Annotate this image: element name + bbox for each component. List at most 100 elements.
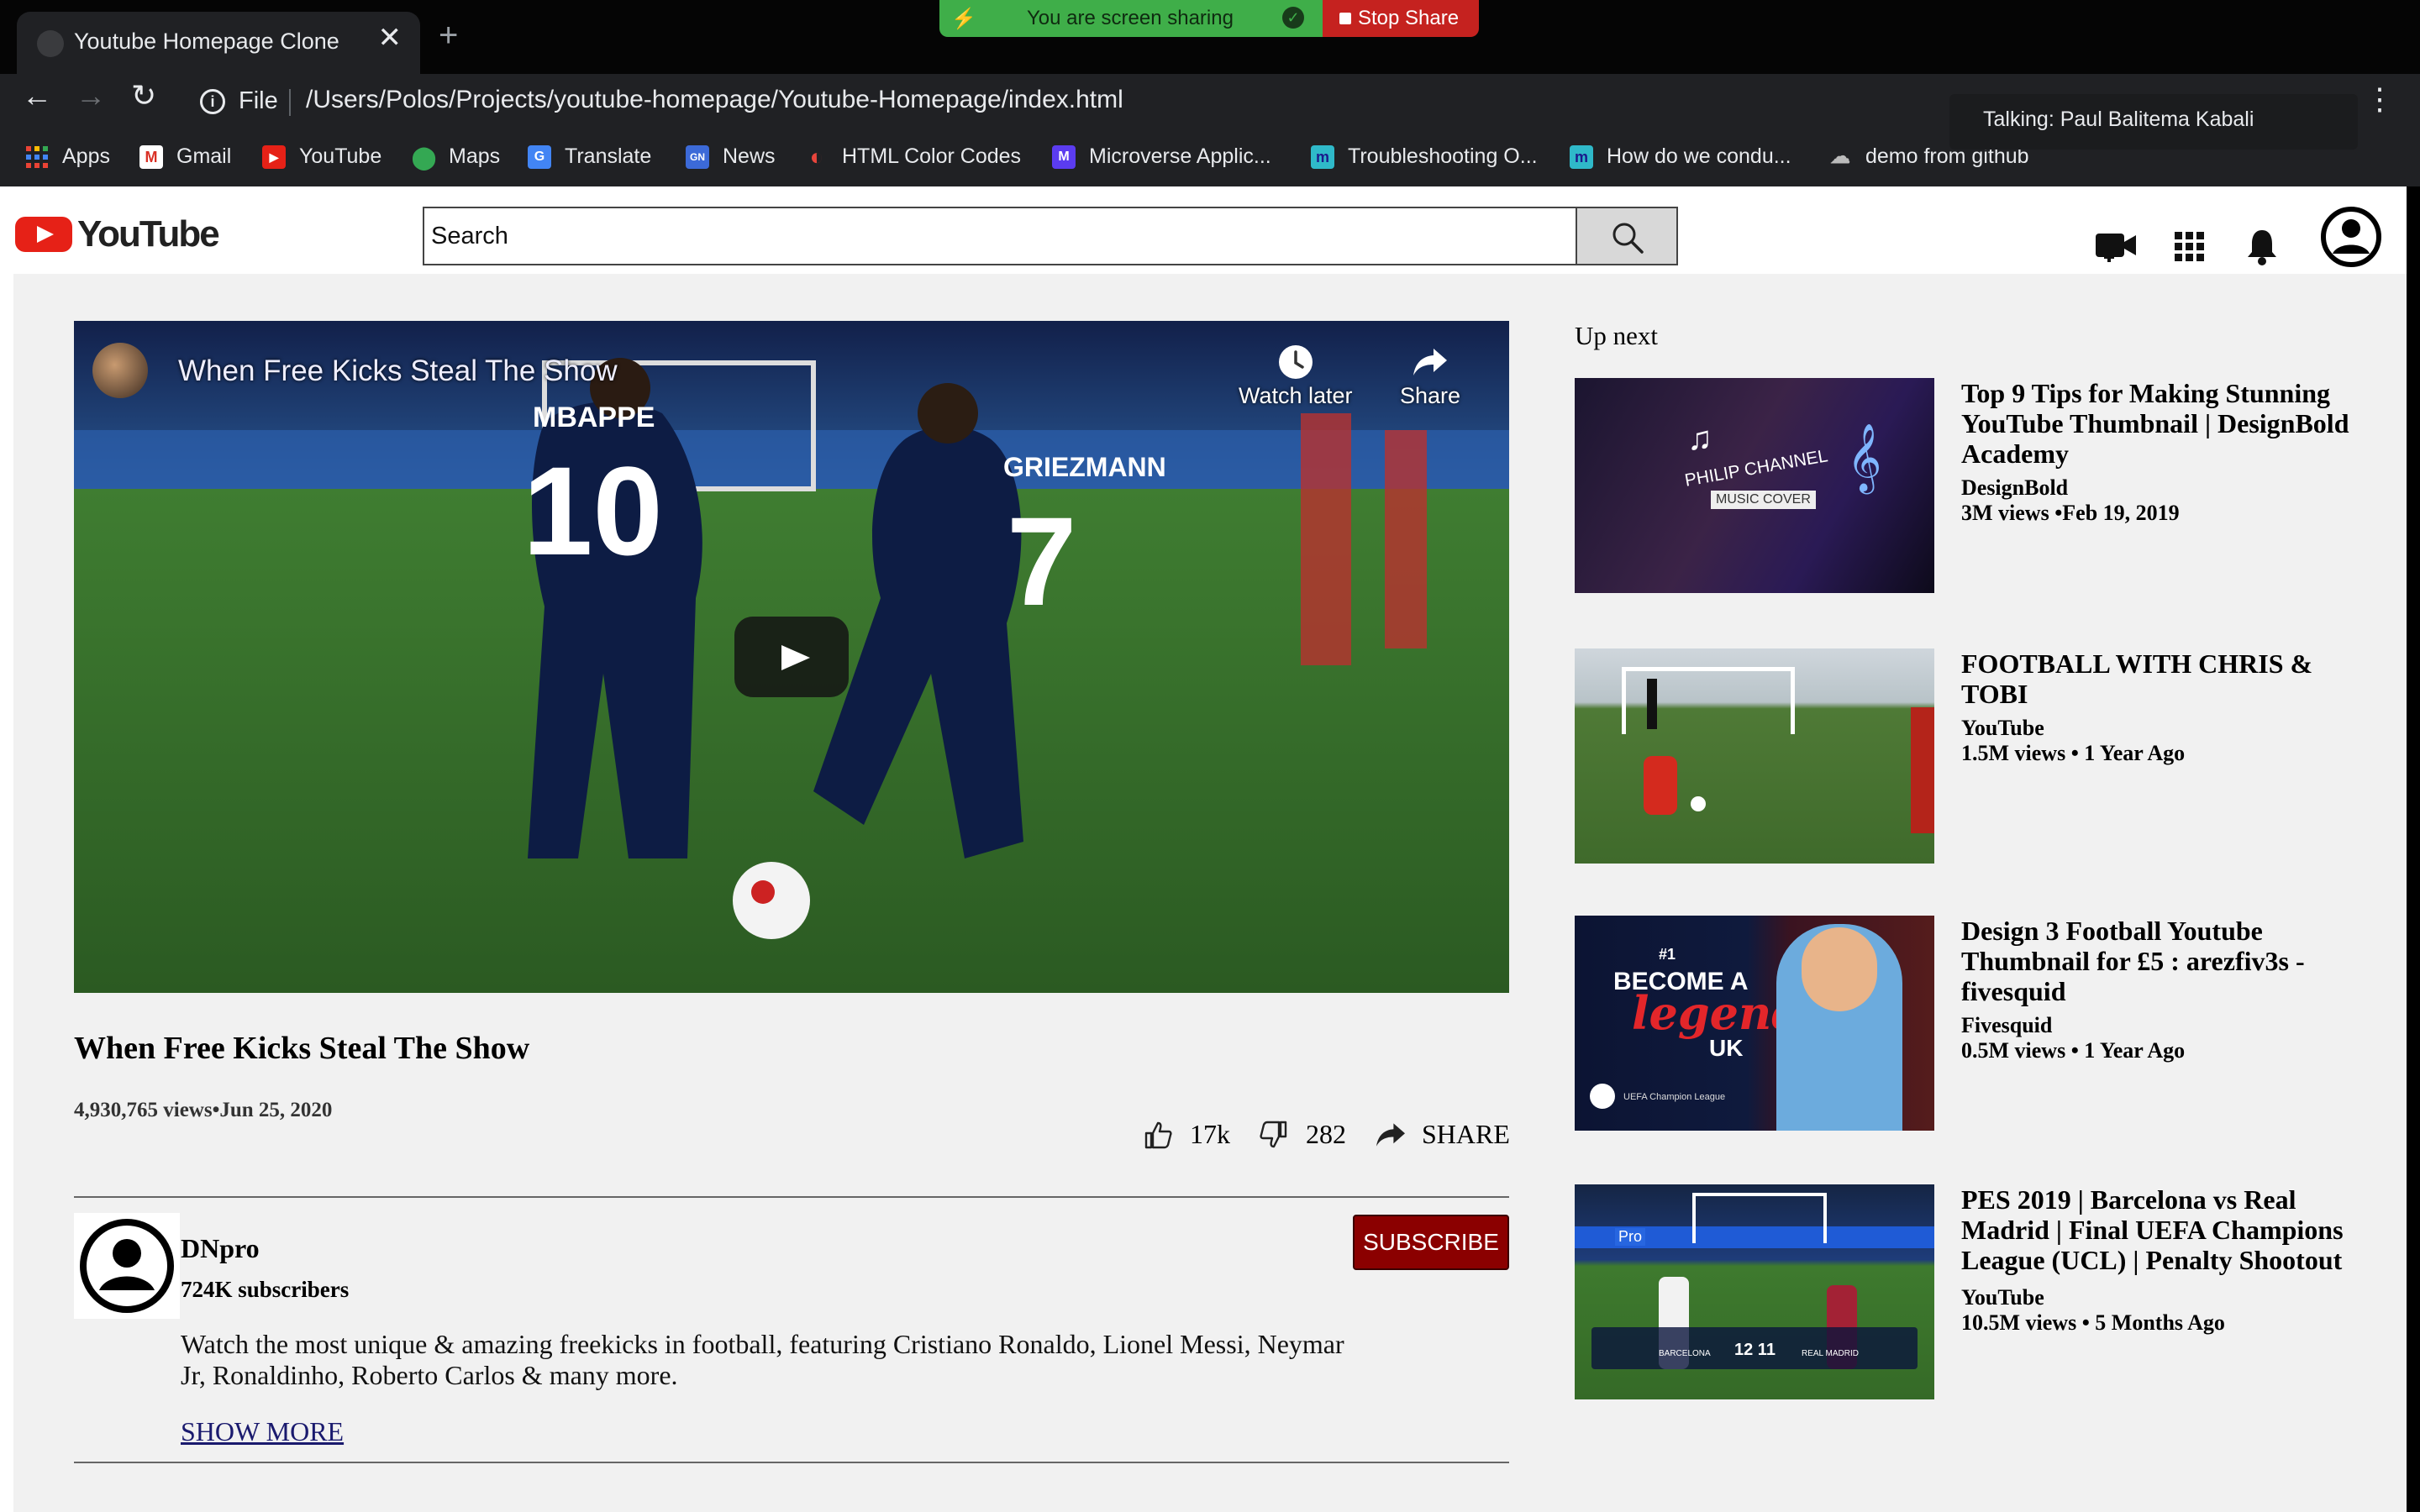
bookmark-apps[interactable]: Apps bbox=[25, 144, 110, 169]
watch-later-button[interactable]: Watch later bbox=[1239, 341, 1353, 409]
up-next-title[interactable]: PES 2019 | Barcelona vs Real Madrid | Fi… bbox=[1961, 1184, 2356, 1275]
bookmark-gmail[interactable]: M Gmail bbox=[139, 144, 231, 169]
treble-clef-icon: 𝄞 bbox=[1847, 424, 1882, 490]
share-overlay-button[interactable]: Share bbox=[1400, 341, 1460, 409]
share-arrow-icon bbox=[1376, 1122, 1405, 1147]
bookmark-translate[interactable]: G Translate bbox=[528, 144, 651, 169]
back-arrow-icon[interactable]: ← bbox=[22, 81, 52, 111]
address-bar[interactable]: /Users/Polos/Projects/youtube-homepage/Y… bbox=[306, 86, 1123, 114]
up-next-item[interactable]: Pro BARCELONA 12 11 REAL MADRID PES 2019… bbox=[1575, 1184, 2381, 1399]
subscribe-button[interactable]: SUBSCRIBE bbox=[1353, 1215, 1509, 1270]
drag-handle-icon[interactable]: ⚡ bbox=[951, 7, 976, 31]
up-next-item[interactable]: #1 BECOME A legend UK UEFA Champion Leag… bbox=[1575, 916, 2381, 1131]
show-more-link[interactable]: SHOW MORE bbox=[181, 1416, 344, 1447]
bookmark-html-color-codes[interactable]: ◐ HTML Color Codes bbox=[805, 143, 1022, 170]
bookmark-label: News bbox=[723, 144, 776, 168]
video-player[interactable]: MBAPPE 10 GRIEZMANN 7 When Free Kicks St… bbox=[74, 321, 1509, 993]
like-button[interactable]: 17k bbox=[1143, 1119, 1230, 1150]
bell-icon[interactable] bbox=[2247, 228, 2277, 265]
file-label: File bbox=[239, 87, 278, 114]
up-next-meta: 0.5M views • 1 Year Ago bbox=[1961, 1038, 2186, 1063]
microverse-icon: M bbox=[1052, 144, 1076, 169]
youtube-play-icon bbox=[15, 217, 72, 252]
color-icon: ◐ bbox=[809, 143, 824, 170]
up-next-title[interactable]: Design 3 Football Youtube Thumbnail for … bbox=[1961, 916, 2356, 1006]
forward-arrow-icon[interactable]: → bbox=[76, 81, 106, 111]
video-thumbnail[interactable]: #1 BECOME A legend UK UEFA Champion Leag… bbox=[1575, 916, 1934, 1131]
badge-icon bbox=[1590, 1084, 1615, 1109]
bookmark-label: How do we condu... bbox=[1607, 144, 1791, 168]
video-channel-avatar[interactable] bbox=[92, 343, 148, 398]
up-next-title[interactable]: Top 9 Tips for Making Stunning YouTube T… bbox=[1961, 378, 2356, 469]
play-button[interactable] bbox=[734, 617, 849, 697]
share-button[interactable]: SHARE bbox=[1375, 1119, 1510, 1150]
maps-icon: ⬤ bbox=[412, 144, 437, 170]
search-button[interactable] bbox=[1576, 207, 1678, 265]
up-next-channel: YouTube bbox=[1961, 716, 2044, 740]
divider-top bbox=[74, 1196, 1509, 1198]
reload-icon[interactable]: ↻ bbox=[131, 81, 156, 111]
watch-later-label: Watch later bbox=[1239, 383, 1353, 408]
search-box bbox=[423, 207, 1577, 265]
channel-name[interactable]: DNpro bbox=[181, 1233, 260, 1264]
bookmark-label: Gmail bbox=[176, 144, 232, 168]
share-label: SHARE bbox=[1422, 1119, 1510, 1149]
bookmark-label: HTML Color Codes bbox=[842, 144, 1022, 168]
web-page: YouTube Search MBAPPE 10 GRIEZMANN 7 Whe… bbox=[0, 186, 2420, 1512]
player bbox=[1644, 756, 1677, 815]
bookmark-troubleshooting[interactable]: m Troubleshooting O... bbox=[1311, 144, 1538, 169]
cloud-icon: ☁ bbox=[1830, 144, 1850, 168]
share-arrow-icon bbox=[1413, 349, 1448, 375]
thumbs-up-icon bbox=[1144, 1121, 1172, 1148]
video-thumbnail[interactable]: Pro BARCELONA 12 11 REAL MADRID bbox=[1575, 1184, 1934, 1399]
jersey-number-right: 7 bbox=[1007, 491, 1077, 632]
up-next-item[interactable]: FOOTBALL WITH CHRIS & TOBI YouTube 1.5M … bbox=[1575, 648, 2381, 864]
window-edge bbox=[2407, 186, 2420, 1512]
video-overlay-title[interactable]: When Free Kicks Steal The Show bbox=[178, 354, 618, 388]
info-icon[interactable]: i bbox=[200, 89, 225, 114]
up-next-meta: 10.5M views • 5 Months Ago bbox=[1961, 1310, 2225, 1335]
up-next-item[interactable]: ♫ 𝄞 PHILIP CHANNEL MUSIC COVER Top 9 Tip… bbox=[1575, 378, 2381, 593]
account-avatar-icon[interactable] bbox=[2316, 202, 2386, 272]
tab-title: Youtube Homepage Clone bbox=[74, 29, 339, 54]
thumb-text: UEFA Champion League bbox=[1623, 1092, 1726, 1102]
bookmark-how-do-we[interactable]: m How do we condu... bbox=[1570, 144, 1791, 169]
video-camera-icon[interactable] bbox=[2094, 228, 2138, 262]
shield-check-icon: ✓ bbox=[1282, 7, 1304, 29]
goalkeeper bbox=[1647, 679, 1657, 729]
bookmark-maps[interactable]: ⬤ Maps bbox=[412, 144, 500, 169]
player-face bbox=[1802, 927, 1877, 1011]
video-thumbnail[interactable] bbox=[1575, 648, 1934, 864]
goal-frame bbox=[1692, 1193, 1827, 1243]
bookmark-news[interactable]: GN News bbox=[686, 144, 776, 169]
tab-strip: Youtube Homepage Clone ✕ + ⚡ You are scr… bbox=[0, 0, 2420, 74]
jersey-number-left: 10 bbox=[523, 440, 663, 581]
search-input[interactable] bbox=[424, 208, 1576, 264]
thumb-text: REAL MADRID bbox=[1802, 1349, 1859, 1358]
apps-grid-icon[interactable] bbox=[2175, 232, 2205, 262]
bookmark-microverse[interactable]: M Microverse Applic... bbox=[1052, 144, 1271, 169]
talking-indicator: Talking: Paul Balitema Kabali bbox=[1949, 94, 2358, 150]
bookmark-youtube[interactable]: ▶ YouTube bbox=[262, 144, 381, 169]
new-tab-button[interactable]: + bbox=[439, 18, 458, 52]
tab-close-icon[interactable]: ✕ bbox=[378, 24, 402, 52]
browser-tab[interactable]: Youtube Homepage Clone ✕ bbox=[17, 12, 420, 74]
thumb-text: BARCELONA bbox=[1659, 1349, 1711, 1358]
tab-favicon-icon bbox=[37, 30, 64, 57]
jersey-name-right: GRIEZMANN bbox=[1003, 452, 1166, 482]
thumb-text: MUSIC COVER bbox=[1711, 491, 1816, 509]
channel-avatar[interactable] bbox=[74, 1213, 180, 1319]
m-icon: m bbox=[1311, 144, 1334, 169]
view-count: 4,930,765 views bbox=[74, 1099, 213, 1121]
youtube-logo-text: YouTube bbox=[77, 213, 220, 255]
youtube-logo[interactable]: YouTube bbox=[15, 213, 220, 255]
up-next-meta: 1.5M views • 1 Year Ago bbox=[1961, 741, 2186, 765]
video-thumbnail[interactable]: ♫ 𝄞 PHILIP CHANNEL MUSIC COVER bbox=[1575, 378, 1934, 593]
translate-icon: G bbox=[528, 144, 551, 169]
up-next-meta: 3M views •Feb 19, 2019 bbox=[1961, 501, 2180, 525]
up-next-channel: DesignBold bbox=[1961, 475, 2069, 500]
dislike-button[interactable]: 282 bbox=[1259, 1119, 1346, 1150]
stop-share-button[interactable]: Stop Share bbox=[1323, 0, 1479, 37]
up-next-title[interactable]: FOOTBALL WITH CHRIS & TOBI bbox=[1961, 648, 2356, 709]
browser-menu-icon[interactable]: ⋮ bbox=[2365, 84, 2395, 114]
